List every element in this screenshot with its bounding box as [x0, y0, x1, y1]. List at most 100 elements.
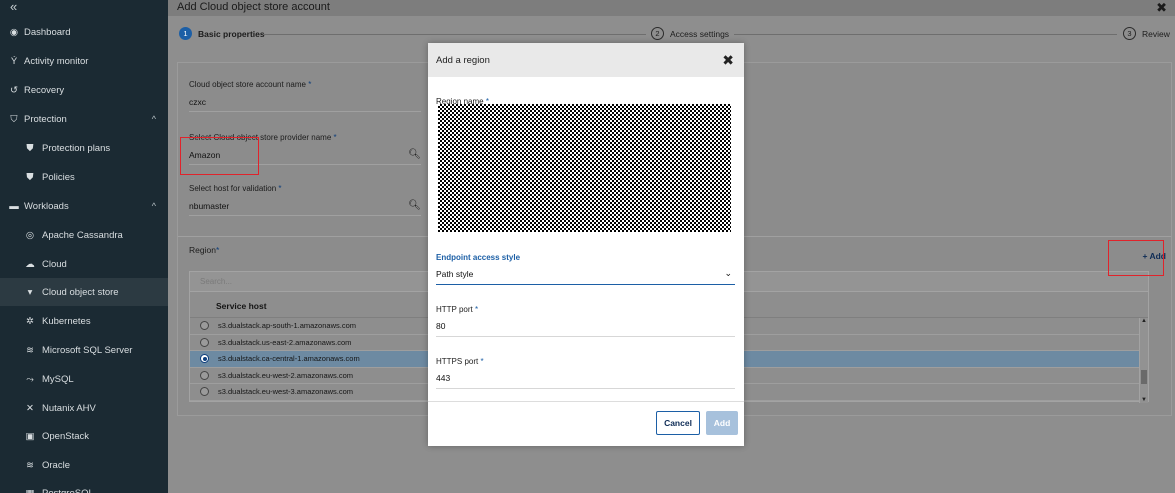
- sidebar-item-cloud[interactable]: ☁ Cloud: [0, 250, 168, 278]
- mysql-icon: ⤳: [26, 373, 34, 385]
- close-icon[interactable]: ✖: [722, 52, 734, 69]
- host-input[interactable]: nbumaster 🔍︎: [189, 200, 421, 216]
- http-port-field[interactable]: HTTP port * 80: [436, 305, 735, 337]
- collapse-sidebar-button[interactable]: «: [0, 0, 168, 16]
- sidebar-item-label: Recovery: [24, 84, 65, 96]
- add-button[interactable]: Add: [706, 411, 738, 435]
- host-field[interactable]: Select host for validation * nbumaster 🔍︎: [189, 184, 421, 216]
- sidebar-item-nutanix-ahv[interactable]: ✕ Nutanix AHV: [0, 394, 168, 422]
- sidebar-item-dashboard[interactable]: ◉ Dashboard: [0, 18, 168, 46]
- sidebar-item-label: Nutanix AHV: [42, 402, 96, 414]
- endpoint-style-select[interactable]: Endpoint access style Path style ⌄: [436, 253, 735, 285]
- sidebar-item-cloud-object-store[interactable]: ▾ Cloud object store: [0, 278, 168, 306]
- scroll-thumb[interactable]: [1141, 370, 1147, 384]
- step-basic-properties: 1 Basic properties: [179, 27, 265, 40]
- sidebar-item-label: Cloud: [42, 258, 67, 270]
- highlight-add-button: [1108, 240, 1164, 276]
- account-name-field[interactable]: Cloud object store account name * czxc: [189, 80, 421, 112]
- postgresql-icon: ▦: [25, 487, 35, 493]
- cancel-button[interactable]: Cancel: [656, 411, 700, 435]
- dialog-title: Add a region: [436, 55, 490, 66]
- row-radio[interactable]: [200, 370, 209, 380]
- sidebar-item-apache-cassandra[interactable]: ◎ Apache Cassandra: [0, 221, 168, 249]
- database-icon: ≋: [26, 344, 34, 356]
- sidebar-item-protection-plans[interactable]: ⛊ Protection plans: [0, 134, 168, 162]
- service-host-cell: s3.dualstack.ap-south-1.amazonaws.com: [218, 321, 356, 331]
- row-radio[interactable]: [200, 321, 209, 331]
- kubernetes-icon: ✲: [26, 315, 34, 327]
- search-icon[interactable]: 🔍︎: [408, 200, 421, 211]
- dialog-footer: Cancel Add: [428, 401, 744, 446]
- step-label: Review: [1142, 28, 1170, 39]
- scroll-down-icon[interactable]: ▼: [1140, 397, 1148, 403]
- nutanix-icon: ✕: [26, 402, 34, 414]
- account-name-input[interactable]: czxc: [189, 97, 421, 112]
- service-host-cell: s3.dualstack.eu-west-2.amazonaws.com: [218, 370, 354, 380]
- row-radio[interactable]: [200, 354, 209, 364]
- sidebar-item-label: Apache Cassandra: [42, 229, 123, 241]
- service-host-cell: s3.dualstack.eu-west-3.amazonaws.com: [218, 387, 354, 397]
- field-label: Cloud object store account name *: [189, 80, 312, 89]
- https-port-field[interactable]: HTTPS port * 443: [436, 357, 735, 389]
- shield-icon: ⛉: [10, 113, 18, 125]
- sidebar-item-recovery[interactable]: ↺ Recovery: [0, 76, 168, 104]
- chevron-down-icon[interactable]: ⌄: [724, 268, 732, 279]
- sidebar-item-label: Protection plans: [42, 142, 111, 154]
- step-divider: [734, 34, 1117, 35]
- sidebar-item-label: Dashboard: [24, 26, 71, 38]
- http-port-input[interactable]: 80: [436, 321, 735, 337]
- sidebar-item-protection[interactable]: ⛉ Protection ^: [0, 105, 168, 133]
- scroll-up-icon[interactable]: ▲: [1140, 318, 1148, 324]
- chevron-up-icon[interactable]: ^: [152, 114, 156, 124]
- sidebar-item-label: Cloud object store: [42, 286, 119, 298]
- step-label: Access settings: [670, 28, 730, 39]
- sidebar-item-label: PostgreSQL: [42, 487, 94, 493]
- wizard-title: Add Cloud object store account: [177, 1, 330, 13]
- add-region-dialog: Add a region ✖ Region name * Endpoint ac…: [428, 43, 744, 446]
- region-name-input-redacted[interactable]: [438, 104, 731, 232]
- step-label: Basic properties: [198, 28, 265, 39]
- endpoint-style-value[interactable]: Path style ⌄: [436, 268, 735, 285]
- https-port-input[interactable]: 443: [436, 373, 735, 389]
- shield-check-icon: ⛊: [26, 142, 34, 154]
- sidebar-item-openstack[interactable]: ▣ OpenStack: [0, 422, 168, 450]
- sidebar-item-label: Kubernetes: [42, 315, 91, 327]
- row-radio[interactable]: [200, 387, 209, 397]
- search-icon[interactable]: 🔍︎: [408, 149, 421, 160]
- oracle-icon: ≋: [26, 459, 34, 471]
- close-icon[interactable]: ✖: [1156, 0, 1167, 16]
- sidebar: « ◉ Dashboard Ý Activity monitor ↺ Recovery ⛉ P…: [0, 0, 168, 493]
- chevron-up-icon[interactable]: ^: [152, 201, 156, 211]
- sidebar-item-postgresql[interactable]: ▦ PostgreSQL: [0, 479, 168, 493]
- sidebar-item-activity-monitor[interactable]: Ý Activity monitor: [0, 47, 168, 75]
- sidebar-item-kubernetes[interactable]: ✲ Kubernetes: [0, 307, 168, 335]
- field-label: HTTPS port *: [436, 357, 484, 366]
- step-access-settings: 2 Access settings: [651, 27, 729, 40]
- service-host-cell: s3.dualstack.ca-central-1.amazonaws.com: [218, 354, 360, 364]
- step-review: 3 Review: [1123, 27, 1170, 40]
- wizard-header: Add Cloud object store account ✖: [168, 0, 1175, 16]
- table-scrollbar[interactable]: ▲ ▼: [1139, 318, 1148, 403]
- cassandra-icon: ◎: [25, 229, 35, 241]
- openstack-icon: ▣: [25, 430, 35, 442]
- sidebar-item-label: Workloads: [24, 200, 69, 212]
- dashboard-icon: ◉: [9, 26, 19, 38]
- row-radio[interactable]: [200, 337, 209, 347]
- sidebar-item-label: MySQL: [42, 373, 74, 385]
- step-number: 3: [1123, 27, 1136, 40]
- step-divider: [263, 34, 646, 35]
- field-label: HTTP port *: [436, 305, 479, 314]
- sidebar-item-microsoft-sql-server[interactable]: ≋ Microsoft SQL Server: [0, 336, 168, 364]
- briefcase-icon: ▬: [9, 200, 19, 212]
- policy-icon: ⛊: [26, 171, 34, 183]
- sidebar-item-label: Activity monitor: [24, 55, 89, 67]
- activity-icon: Ý: [10, 55, 18, 67]
- sidebar-item-mysql[interactable]: ⤳ MySQL: [0, 365, 168, 393]
- sidebar-item-policies[interactable]: ⛊ Policies: [0, 163, 168, 191]
- field-label: Select host for validation *: [189, 184, 282, 193]
- sidebar-item-label: Protection: [24, 113, 67, 125]
- sidebar-item-label: Oracle: [42, 459, 70, 471]
- service-host-cell: s3.dualstack.us-east-2.amazonaws.com: [218, 337, 352, 347]
- sidebar-item-workloads[interactable]: ▬ Workloads ^: [0, 192, 168, 220]
- sidebar-item-oracle[interactable]: ≋ Oracle: [0, 451, 168, 479]
